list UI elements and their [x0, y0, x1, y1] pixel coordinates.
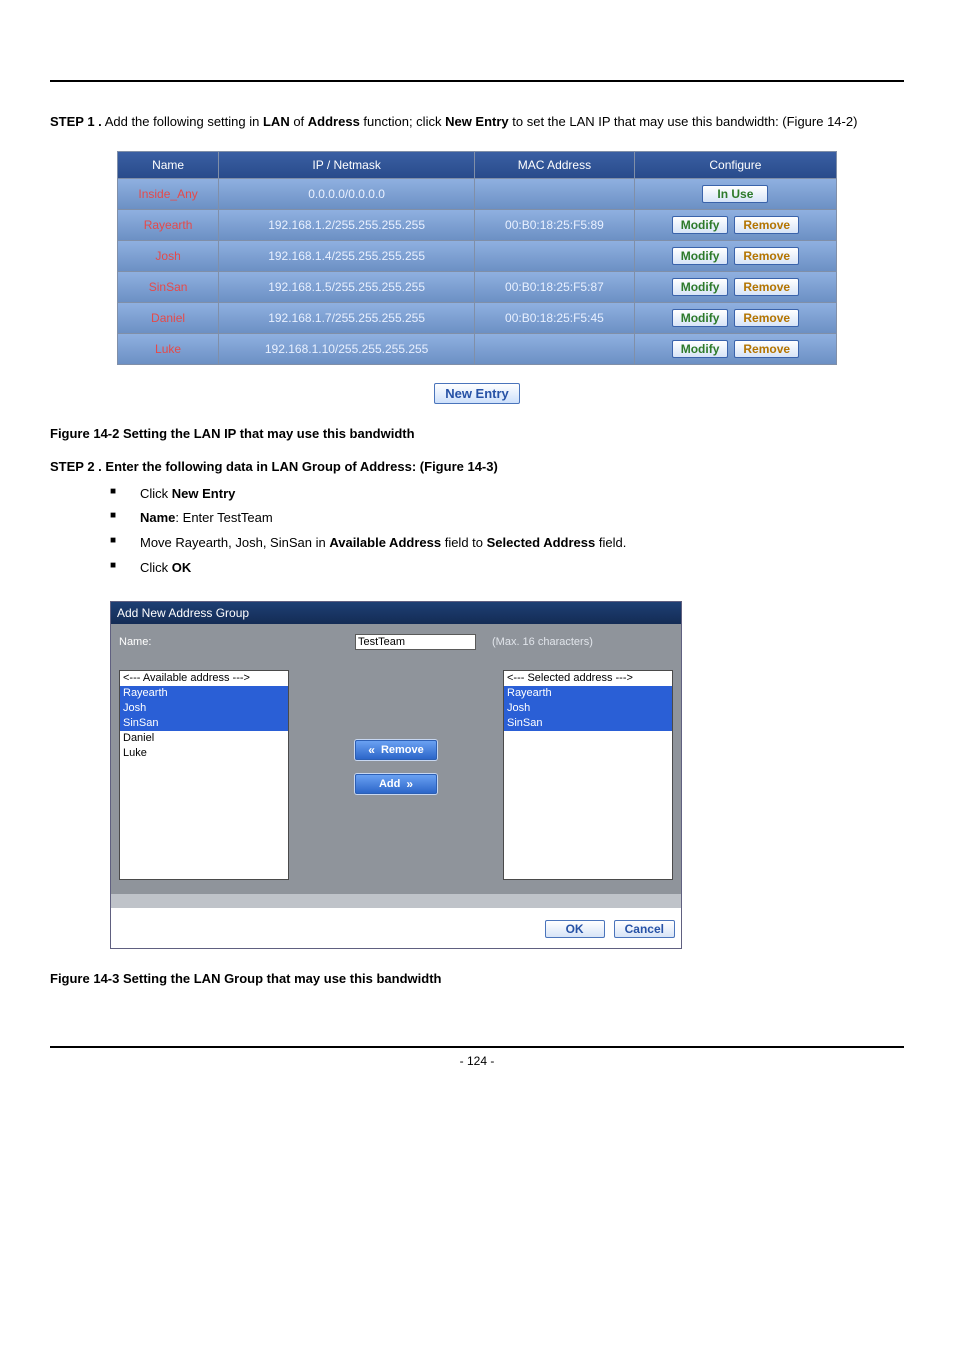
list-item: Click OK — [110, 556, 904, 581]
new-entry-button[interactable]: New Entry — [434, 383, 520, 404]
cell-configure: In Use — [635, 179, 836, 209]
list-item[interactable]: SinSan — [120, 716, 288, 731]
remove-button[interactable]: Remove — [734, 216, 799, 234]
cell-name: Daniel — [118, 303, 218, 333]
cell-name: SinSan — [118, 272, 218, 302]
cell-mac — [475, 241, 634, 271]
list-item[interactable]: Rayearth — [120, 686, 288, 701]
add-address-group-panel: Add New Address Group Name: (Max. 16 cha… — [110, 601, 682, 949]
list-item: Click New Entry — [110, 482, 904, 507]
panel-divider — [111, 894, 681, 908]
col-mac: MAC Address — [475, 152, 634, 178]
cell-ip: 0.0.0.0/0.0.0.0 — [219, 179, 474, 209]
step2-heading: STEP 2 . Enter the following data in LAN… — [50, 459, 904, 474]
table-row: Luke192.168.1.10/255.255.255.255 Modify Re… — [118, 334, 836, 364]
cell-mac — [475, 334, 634, 364]
step2-bullets: Click New EntryName: Enter TestTeamMove … — [110, 482, 904, 581]
cell-name: Inside_Any — [118, 179, 218, 209]
cell-configure: Modify Remove — [635, 210, 836, 240]
list-item: Move Rayearth, Josh, SinSan in Available… — [110, 531, 904, 556]
modify-button[interactable]: Modify — [672, 216, 729, 234]
address-table: Name IP / Netmask MAC Address Configure … — [117, 151, 837, 365]
remove-button-label: Remove — [381, 744, 424, 756]
available-address-list[interactable]: <--- Available address --->RayearthJoshS… — [119, 670, 289, 880]
cell-configure: Modify Remove — [635, 241, 836, 271]
cell-ip: 192.168.1.10/255.255.255.255 — [219, 334, 474, 364]
cell-mac: 00:B0:18:25:F5:87 — [475, 272, 634, 302]
add-button-label: Add — [379, 778, 400, 790]
list-item[interactable]: Josh — [504, 701, 672, 716]
modify-button[interactable]: Modify — [672, 309, 729, 327]
cell-name: Luke — [118, 334, 218, 364]
figure2-caption: Figure 14-3 Setting the LAN Group that m… — [50, 971, 904, 986]
cancel-button[interactable]: Cancel — [614, 920, 675, 938]
cell-ip: 192.168.1.4/255.255.255.255 — [219, 241, 474, 271]
cell-name: Josh — [118, 241, 218, 271]
name-label: Name: — [119, 636, 339, 648]
cell-mac — [475, 179, 634, 209]
remove-button[interactable]: Remove — [734, 340, 799, 358]
cell-configure: Modify Remove — [635, 272, 836, 302]
inuse-button[interactable]: In Use — [702, 185, 768, 203]
top-rule — [50, 80, 904, 82]
list-header: <--- Selected address ---> — [504, 671, 672, 686]
table-row: SinSan192.168.1.5/255.255.255.25500:B0:1… — [118, 272, 836, 302]
table-row: Daniel192.168.1.7/255.255.255.25500:B0:1… — [118, 303, 836, 333]
remove-button[interactable]: Remove — [734, 247, 799, 265]
cell-mac: 00:B0:18:25:F5:89 — [475, 210, 634, 240]
modify-button[interactable]: Modify — [672, 247, 729, 265]
arrow-right-icon — [406, 777, 413, 791]
cell-configure: Modify Remove — [635, 334, 836, 364]
table-row: Rayearth192.168.1.2/255.255.255.25500:B0… — [118, 210, 836, 240]
list-item[interactable]: Luke — [120, 746, 288, 761]
col-name: Name — [118, 152, 218, 178]
table-row: Inside_Any0.0.0.0/0.0.0.0 In Use — [118, 179, 836, 209]
ok-button[interactable]: OK — [545, 920, 605, 938]
group-name-input[interactable] — [355, 634, 476, 650]
list-item[interactable]: Josh — [120, 701, 288, 716]
modify-button[interactable]: Modify — [672, 340, 729, 358]
selected-address-list[interactable]: <--- Selected address --->RayearthJoshSi… — [503, 670, 673, 880]
list-item[interactable]: SinSan — [504, 716, 672, 731]
step1-label: STEP 1 . — [50, 114, 102, 129]
list-item: Name: Enter TestTeam — [110, 506, 904, 531]
add-button[interactable]: Add — [355, 774, 437, 794]
arrow-left-icon — [368, 743, 375, 757]
cell-configure: Modify Remove — [635, 303, 836, 333]
list-item[interactable]: Daniel — [120, 731, 288, 746]
cell-name: Rayearth — [118, 210, 218, 240]
cell-mac: 00:B0:18:25:F5:45 — [475, 303, 634, 333]
cell-ip: 192.168.1.5/255.255.255.255 — [219, 272, 474, 302]
list-header: <--- Available address ---> — [120, 671, 288, 686]
remove-button[interactable]: Remove — [355, 740, 437, 760]
page-number: - 124 - — [50, 1054, 904, 1068]
cell-ip: 192.168.1.7/255.255.255.255 — [219, 303, 474, 333]
col-cfg: Configure — [635, 152, 836, 178]
remove-button[interactable]: Remove — [734, 309, 799, 327]
list-item[interactable]: Rayearth — [504, 686, 672, 701]
name-hint: (Max. 16 characters) — [492, 636, 593, 648]
panel-title: Add New Address Group — [111, 602, 681, 624]
col-ip: IP / Netmask — [219, 152, 474, 178]
figure1-caption: Figure 14-2 Setting the LAN IP that may … — [50, 426, 904, 441]
bottom-rule — [50, 1046, 904, 1048]
intro-paragraph: STEP 1 . Add the following setting in LA… — [50, 112, 904, 133]
modify-button[interactable]: Modify — [672, 278, 729, 296]
remove-button[interactable]: Remove — [734, 278, 799, 296]
cell-ip: 192.168.1.2/255.255.255.255 — [219, 210, 474, 240]
table-row: Josh192.168.1.4/255.255.255.255 Modify Rem… — [118, 241, 836, 271]
